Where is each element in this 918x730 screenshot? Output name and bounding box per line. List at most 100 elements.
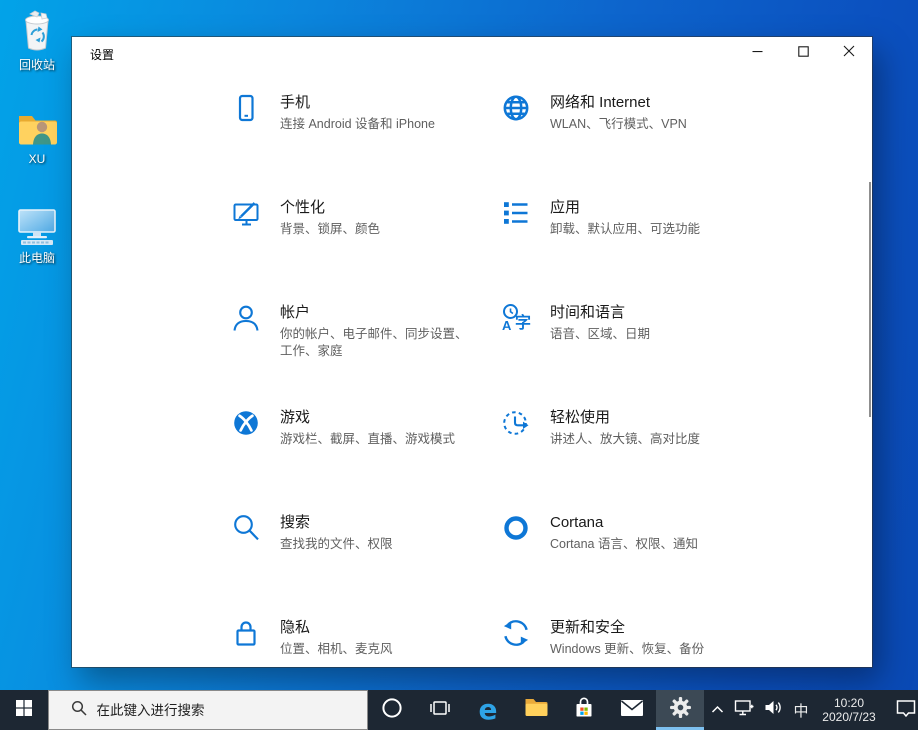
personalization-icon bbox=[224, 197, 268, 228]
minimize-icon bbox=[752, 44, 763, 62]
tile-title: 更新和安全 bbox=[550, 618, 704, 637]
window-titlebar[interactable]: 设置 bbox=[72, 37, 872, 69]
close-icon bbox=[843, 44, 855, 62]
store-icon bbox=[572, 696, 596, 725]
tile-subtitle: 语音、区域、日期 bbox=[550, 326, 650, 343]
gear-icon bbox=[669, 696, 692, 724]
time-language-icon: A 字 bbox=[494, 302, 538, 333]
tile-subtitle: Cortana 语言、权限、通知 bbox=[550, 536, 698, 553]
desktop-icon-recycle-bin[interactable]: 回收站 bbox=[0, 8, 74, 73]
settings-category-grid: 手机 连接 Android 设备和 iPhone 网络和 Internet WL… bbox=[224, 92, 784, 722]
tile-subtitle: 你的帐户、电子邮件、同步设置、工作、家庭 bbox=[280, 326, 468, 360]
tile-title: 搜索 bbox=[280, 513, 393, 532]
action-center-icon bbox=[895, 698, 917, 723]
phone-icon bbox=[224, 92, 268, 123]
privacy-lock-icon bbox=[224, 617, 268, 648]
settings-tile-gaming[interactable]: 游戏 游戏栏、截屏、直播、游戏模式 bbox=[224, 407, 494, 512]
windows-logo-icon bbox=[16, 700, 32, 721]
tile-title: 游戏 bbox=[280, 408, 455, 427]
settings-taskbar-button[interactable] bbox=[656, 690, 704, 730]
svg-text:A: A bbox=[502, 318, 512, 333]
speaker-icon bbox=[764, 699, 783, 721]
accounts-icon bbox=[224, 302, 268, 333]
tile-subtitle: Windows 更新、恢复、备份 bbox=[550, 641, 704, 658]
tile-title: 轻松使用 bbox=[550, 408, 700, 427]
desktop-icon-label: 回收站 bbox=[0, 56, 74, 73]
tile-subtitle: 查找我的文件、权限 bbox=[280, 536, 393, 553]
desktop-icon-label: 此电脑 bbox=[0, 249, 74, 266]
file-explorer-button[interactable] bbox=[512, 690, 560, 730]
settings-tile-search[interactable]: 搜索 查找我的文件、权限 bbox=[224, 512, 494, 617]
settings-tile-ease-of-access[interactable]: 轻松使用 讲述人、放大镜、高对比度 bbox=[494, 407, 764, 512]
settings-tile-time-language[interactable]: A 字 时间和语言 语音、区域、日期 bbox=[494, 302, 764, 407]
cortana-button[interactable] bbox=[368, 690, 416, 730]
tile-subtitle: 讲述人、放大镜、高对比度 bbox=[550, 431, 700, 448]
update-security-icon bbox=[494, 617, 538, 648]
ime-indicator[interactable]: 中 bbox=[788, 690, 814, 730]
user-folder-icon bbox=[0, 108, 74, 150]
file-explorer-icon bbox=[524, 697, 549, 723]
settings-tile-cortana[interactable]: Cortana Cortana 语言、权限、通知 bbox=[494, 512, 764, 617]
apps-icon bbox=[494, 197, 538, 228]
taskbar: e bbox=[0, 690, 918, 730]
desktop: 回收站 XU bbox=[0, 0, 918, 730]
tile-title: 时间和语言 bbox=[550, 303, 650, 322]
clock-time: 10:20 bbox=[834, 696, 864, 710]
minimize-button[interactable] bbox=[734, 37, 780, 69]
settings-tile-accounts[interactable]: 帐户 你的帐户、电子邮件、同步设置、工作、家庭 bbox=[224, 302, 494, 407]
task-view-button[interactable] bbox=[416, 690, 464, 730]
tile-subtitle: 连接 Android 设备和 iPhone bbox=[280, 116, 435, 133]
mail-icon bbox=[619, 698, 645, 723]
window-scrollbar-thumb[interactable] bbox=[869, 182, 871, 417]
action-center-button[interactable] bbox=[884, 690, 918, 730]
window-title: 设置 bbox=[90, 46, 114, 63]
gaming-icon bbox=[224, 407, 268, 438]
tile-title: Cortana bbox=[550, 513, 698, 532]
maximize-button[interactable] bbox=[780, 37, 826, 69]
recycle-bin-icon bbox=[0, 8, 74, 54]
clock-date: 2020/7/23 bbox=[822, 710, 875, 724]
tile-title: 网络和 Internet bbox=[550, 93, 687, 112]
taskbar-clock[interactable]: 10:20 2020/7/23 bbox=[814, 690, 884, 730]
settings-tile-apps[interactable]: 应用 卸载、默认应用、可选功能 bbox=[494, 197, 764, 302]
tile-title: 手机 bbox=[280, 93, 435, 112]
task-view-icon bbox=[429, 697, 451, 724]
cortana-circle-icon bbox=[381, 697, 403, 724]
desktop-icon-this-pc[interactable]: 此电脑 bbox=[0, 205, 74, 266]
store-button[interactable] bbox=[560, 690, 608, 730]
settings-tile-personalization[interactable]: 个性化 背景、锁屏、颜色 bbox=[224, 197, 494, 302]
tile-title: 应用 bbox=[550, 198, 700, 217]
tile-subtitle: 位置、相机、麦克风 bbox=[280, 641, 393, 658]
search-input[interactable] bbox=[97, 703, 357, 718]
volume-tray-button[interactable] bbox=[759, 690, 788, 730]
network-icon bbox=[734, 698, 755, 722]
svg-text:字: 字 bbox=[515, 313, 531, 332]
cortana-icon bbox=[494, 512, 538, 543]
tile-subtitle: 卸载、默认应用、可选功能 bbox=[550, 221, 700, 238]
maximize-icon bbox=[798, 44, 809, 62]
settings-tile-phone[interactable]: 手机 连接 Android 设备和 iPhone bbox=[224, 92, 494, 197]
close-button[interactable] bbox=[826, 37, 872, 69]
start-button[interactable] bbox=[0, 690, 48, 730]
this-pc-icon bbox=[0, 205, 74, 247]
tile-title: 个性化 bbox=[280, 198, 380, 217]
tile-subtitle: 背景、锁屏、颜色 bbox=[280, 221, 380, 238]
edge-button[interactable]: e bbox=[464, 690, 512, 730]
search-category-icon bbox=[224, 512, 268, 543]
edge-icon: e bbox=[479, 696, 498, 724]
tray-overflow-button[interactable] bbox=[704, 690, 730, 730]
ease-of-access-icon bbox=[494, 407, 538, 438]
settings-window: 设置 bbox=[72, 37, 872, 667]
desktop-icon-user-folder[interactable]: XU bbox=[0, 108, 74, 166]
network-globe-icon bbox=[494, 92, 538, 123]
mail-button[interactable] bbox=[608, 690, 656, 730]
network-tray-button[interactable] bbox=[730, 690, 759, 730]
search-icon bbox=[60, 700, 97, 721]
taskbar-search-box[interactable] bbox=[48, 690, 368, 730]
tile-subtitle: WLAN、飞行模式、VPN bbox=[550, 116, 687, 133]
desktop-icon-label: XU bbox=[0, 152, 74, 166]
tile-title: 隐私 bbox=[280, 618, 393, 637]
settings-tile-network[interactable]: 网络和 Internet WLAN、飞行模式、VPN bbox=[494, 92, 764, 197]
chevron-up-icon bbox=[711, 701, 724, 719]
tile-subtitle: 游戏栏、截屏、直播、游戏模式 bbox=[280, 431, 455, 448]
